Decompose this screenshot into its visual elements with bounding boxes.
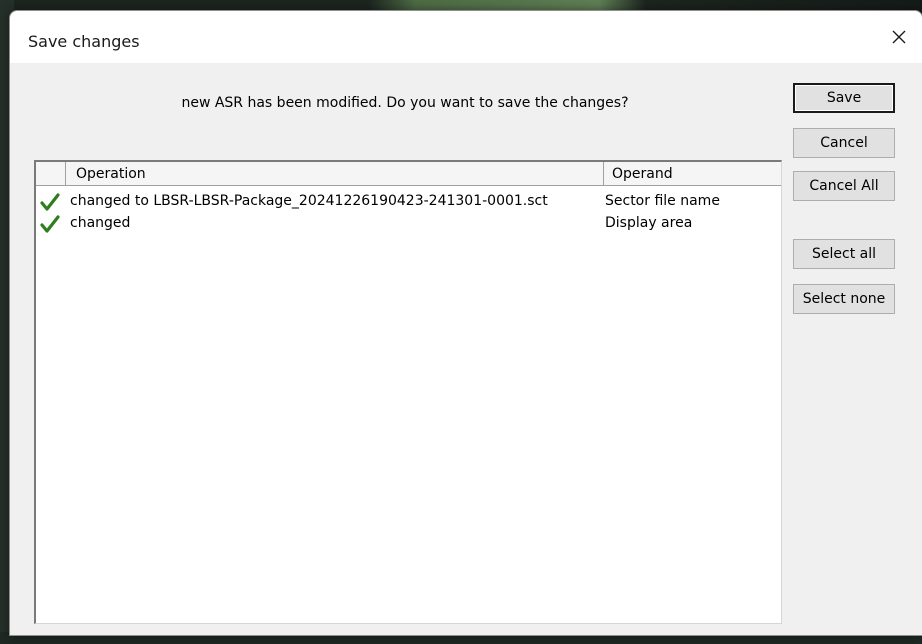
cancel-all-button[interactable]: Cancel All — [793, 171, 895, 201]
row-operation: changed — [70, 215, 131, 231]
row-operation: changed to LBSR-LBSR-Package_20241226190… — [70, 193, 548, 209]
save-button[interactable]: Save — [793, 83, 895, 113]
check-icon[interactable] — [39, 213, 61, 235]
close-icon — [892, 30, 906, 44]
list-row[interactable]: changed to LBSR-LBSR-Package_20241226190… — [36, 191, 781, 213]
column-header-check[interactable] — [36, 162, 66, 185]
dialog-title: Save changes — [28, 32, 140, 51]
select-none-button[interactable]: Select none — [793, 284, 895, 314]
title-bar: Save changes — [10, 11, 922, 63]
list-row[interactable]: changed Display area — [36, 213, 781, 235]
column-header-operation[interactable]: Operation — [66, 162, 604, 185]
row-operand: Sector file name — [605, 193, 720, 209]
save-changes-dialog: Save changes new ASR has been modified. … — [9, 10, 922, 636]
dialog-message: new ASR has been modified. Do you want t… — [181, 95, 629, 111]
row-operand: Display area — [605, 215, 693, 231]
cancel-button[interactable]: Cancel — [793, 128, 895, 158]
check-icon[interactable] — [39, 191, 61, 213]
select-all-button[interactable]: Select all — [793, 239, 895, 269]
changes-list[interactable]: Operation Operand changed to LBSR-LBSR-P… — [34, 160, 782, 624]
column-header-operand[interactable]: Operand — [604, 162, 781, 185]
list-header: Operation Operand — [36, 162, 781, 186]
close-button[interactable] — [876, 11, 922, 63]
